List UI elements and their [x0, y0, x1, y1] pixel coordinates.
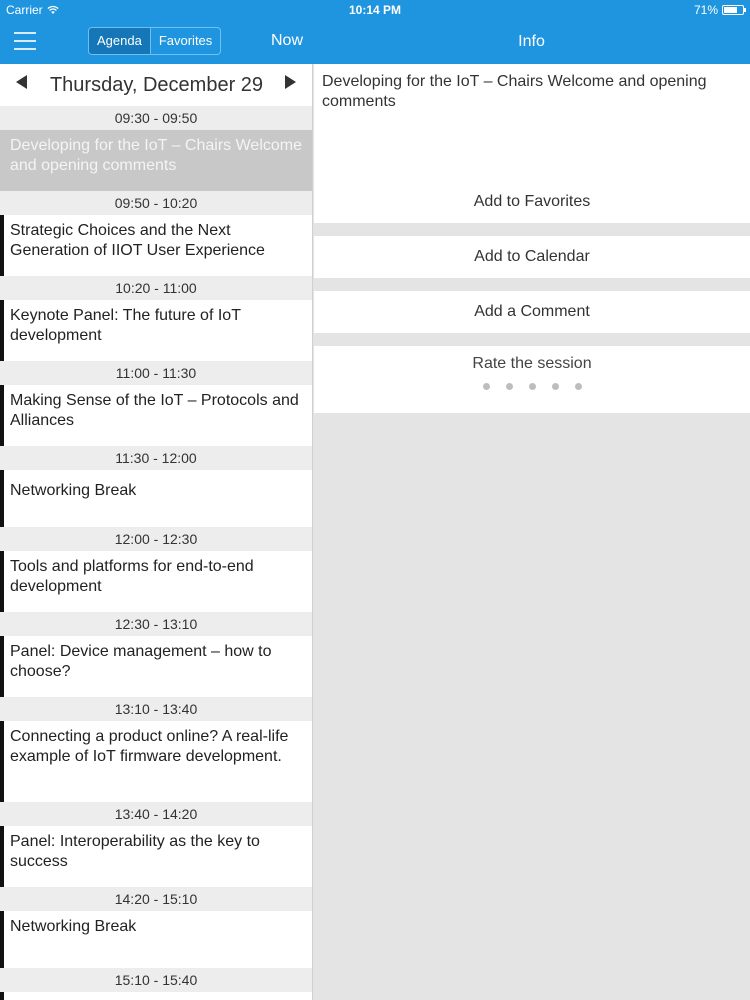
add-comment-button[interactable]: Add a Comment [314, 291, 750, 333]
slot-time: 11:30 - 12:00 [0, 446, 312, 470]
top-bar: Carrier 10:14 PM 71% Agenda Favorites No… [0, 0, 750, 64]
rate-session: Rate the session [314, 346, 750, 413]
slot-time: 13:10 - 13:40 [0, 697, 312, 721]
slot-time: 09:50 - 10:20 [0, 191, 312, 215]
battery-icon [722, 5, 746, 15]
triangle-right-icon[interactable] [285, 75, 296, 89]
slot-time: 13:40 - 14:20 [0, 802, 312, 826]
session-item[interactable]: Panel: Device management – how to choose… [0, 636, 312, 697]
slot-time: 09:30 - 09:50 [0, 106, 312, 130]
tab-favorites[interactable]: Favorites [149, 28, 220, 54]
rating-dot[interactable] [482, 383, 490, 390]
session-item[interactable]: Connecting a product online? A real-life… [0, 721, 312, 802]
app-screen: Carrier 10:14 PM 71% Agenda Favorites No… [0, 0, 750, 1000]
rating-dot[interactable] [505, 383, 513, 390]
agenda-pane: Thursday, December 29 09:30 - 09:50 Deve… [0, 64, 313, 1000]
battery-group: 71% [693, 3, 746, 17]
rate-label: Rate the session [472, 355, 592, 372]
battery-percent: 71% [693, 3, 718, 17]
view-switcher: Agenda Favorites [88, 27, 222, 55]
session-item[interactable]: Networking Break [0, 470, 312, 527]
add-to-calendar-button[interactable]: Add to Calendar [314, 236, 750, 278]
now-button[interactable]: Now [271, 32, 303, 50]
rating-dot[interactable] [551, 383, 559, 390]
session-item[interactable]: Networking Break [0, 911, 312, 968]
info-title: Info [518, 33, 545, 50]
rating-dot[interactable] [528, 383, 536, 390]
session-item[interactable]: Developing for the IoT – Chairs Welcome … [0, 130, 312, 191]
rating-control [314, 383, 750, 390]
slot-time: 10:20 - 11:00 [0, 276, 312, 300]
session-title: Developing for the IoT – Chairs Welcome … [314, 64, 750, 181]
clock: 10:14 PM [348, 3, 402, 17]
session-item[interactable]: Strategic Choices and the Next Generatio… [0, 215, 312, 276]
battery-fill [724, 7, 737, 13]
session-item[interactable]: Panel: Interoperability as the key to su… [0, 826, 312, 887]
slot-time: 11:00 - 11:30 [0, 361, 312, 385]
date-navigator: Thursday, December 29 [0, 64, 312, 106]
info-pane: Developing for the IoT – Chairs Welcome … [314, 64, 750, 1000]
slot-time: 14:20 - 15:10 [0, 887, 312, 911]
session-item[interactable]: Tools and platforms for end-to-end devel… [0, 551, 312, 612]
session-item[interactable]: Making Sense of the IoT – Protocols and … [0, 385, 312, 446]
slot-time: 12:00 - 12:30 [0, 527, 312, 551]
tab-agenda[interactable]: Agenda [89, 28, 150, 54]
slot-time: 12:30 - 13:10 [0, 612, 312, 636]
hamburger-menu-icon[interactable] [14, 32, 36, 50]
status-bar: Carrier 10:14 PM 71% [0, 0, 750, 20]
add-to-favorites-button[interactable]: Add to Favorites [314, 181, 750, 223]
rating-dot[interactable] [574, 383, 582, 390]
session-item[interactable]: Keynote Panel: The future of IoT develop… [0, 300, 312, 361]
agenda-date: Thursday, December 29 [49, 74, 264, 96]
session-item[interactable] [0, 992, 312, 1000]
slot-time: 15:10 - 15:40 [0, 968, 312, 992]
